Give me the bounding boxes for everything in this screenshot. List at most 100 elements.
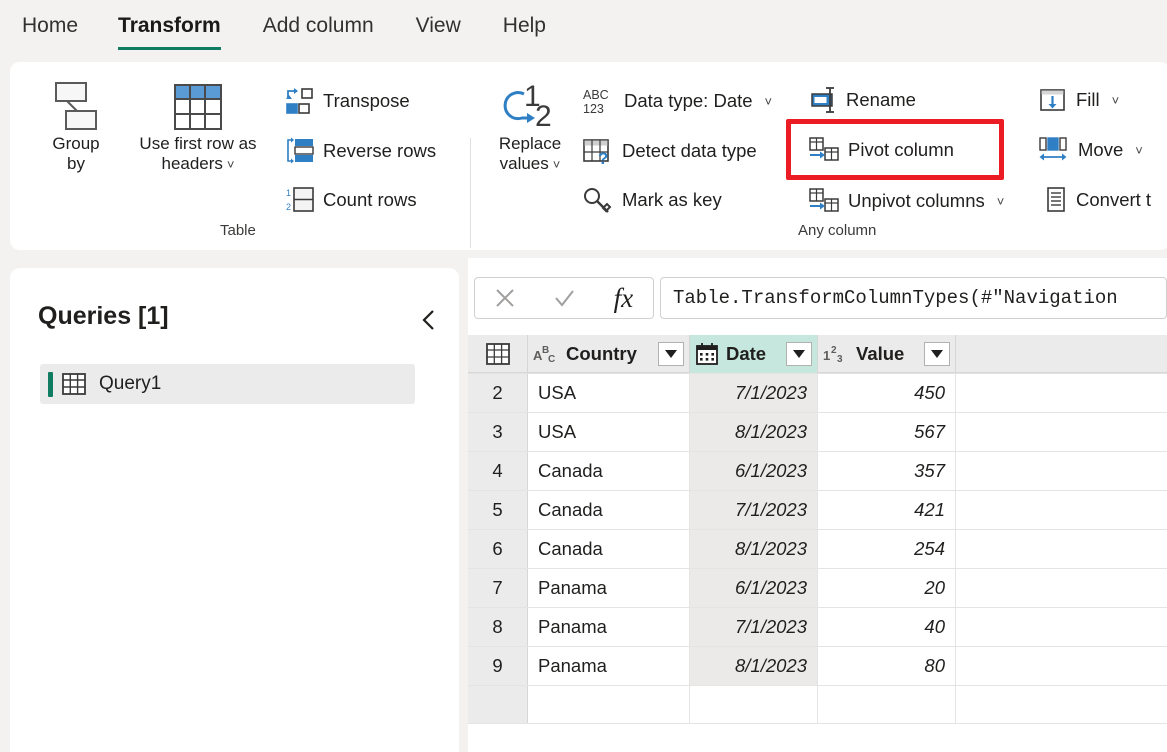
- cell-value[interactable]: 421: [818, 491, 956, 529]
- formula-input[interactable]: Table.TransformColumnTypes(#"Navigation: [660, 277, 1167, 319]
- detect-data-type-button[interactable]: ? Detect data type: [582, 137, 757, 165]
- use-first-row-label-line1: Use first row as: [139, 134, 256, 154]
- table-row[interactable]: 9Panama8/1/202380: [468, 647, 1167, 686]
- data-grid-rows: 1USA6/1/20237852USA7/1/20234503USA8/1/20…: [468, 335, 1167, 724]
- cell-value[interactable]: 40: [818, 608, 956, 646]
- chevron-down-icon[interactable]: ˅: [1135, 143, 1143, 158]
- mark-as-key-button[interactable]: Mark as key: [582, 186, 722, 214]
- cell-date[interactable]: 8/1/2023: [690, 530, 818, 568]
- cell-date[interactable]: 6/1/2023: [690, 452, 818, 490]
- count-rows-button[interactable]: 1 2 Count rows: [285, 186, 417, 214]
- detect-data-type-label: Detect data type: [622, 140, 757, 162]
- data-preview-pane: fx Table.TransformColumnTypes(#"Navigati…: [468, 258, 1167, 752]
- data-type-button[interactable]: ABC 123 Data type: Date ˅: [582, 86, 772, 116]
- cell-date[interactable]: 6/1/2023: [690, 569, 818, 607]
- group-by-button[interactable]: Group by: [30, 80, 122, 174]
- cell-country[interactable]: Panama: [528, 569, 690, 607]
- cell-date[interactable]: 8/1/2023: [690, 647, 818, 685]
- column-header-country[interactable]: A B C Country: [528, 335, 690, 373]
- cell-country[interactable]: Panama: [528, 647, 690, 685]
- check-icon: [552, 286, 576, 310]
- cell-value[interactable]: 20: [818, 569, 956, 607]
- fill-label: Fill: [1076, 89, 1100, 111]
- data-grid: A B C Country: [468, 335, 1167, 752]
- table-row[interactable]: 2USA7/1/2023450: [468, 374, 1167, 413]
- table-row[interactable]: 8Panama7/1/202340: [468, 608, 1167, 647]
- caret-down-icon: [665, 350, 677, 358]
- cell-country[interactable]: Panama: [528, 608, 690, 646]
- cell-date[interactable]: 7/1/2023: [690, 608, 818, 646]
- group-by-label-line2: by: [67, 154, 85, 174]
- tab-home[interactable]: Home: [22, 14, 78, 44]
- chevron-down-icon[interactable]: ˅: [227, 157, 235, 172]
- header-filler: [956, 335, 1167, 373]
- cell-date[interactable]: 7/1/2023: [690, 491, 818, 529]
- use-first-row-as-headers-button[interactable]: Use first row as headers˅: [128, 80, 268, 174]
- abc123-icon: ABC 123: [582, 86, 616, 116]
- cancel-formula-button[interactable]: [482, 278, 528, 318]
- replace-values-button[interactable]: 1 2 Replace values˅: [480, 80, 580, 174]
- reverse-rows-button[interactable]: Reverse rows: [285, 137, 436, 165]
- column-header-date-label: Date: [726, 343, 766, 365]
- row-filler: [956, 452, 1167, 490]
- cell-value[interactable]: 80: [818, 647, 956, 685]
- column-header-date[interactable]: Date: [690, 335, 818, 373]
- move-button[interactable]: Move ˅: [1038, 136, 1143, 164]
- caret-down-icon: [931, 350, 943, 358]
- unpivot-columns-button[interactable]: Unpivot columns ˅: [808, 187, 1004, 215]
- cell-country[interactable]: Canada: [528, 452, 690, 490]
- cell-date[interactable]: 8/1/2023: [690, 413, 818, 451]
- cell-date[interactable]: 7/1/2023: [690, 374, 818, 412]
- table-row[interactable]: 5Canada7/1/2023421: [468, 491, 1167, 530]
- table-row[interactable]: 3USA8/1/2023567: [468, 413, 1167, 452]
- table-row[interactable]: 7Panama6/1/202320: [468, 569, 1167, 608]
- rename-button[interactable]: Rename: [808, 86, 916, 114]
- column-filter-dropdown-country[interactable]: [658, 342, 684, 366]
- column-header-value[interactable]: 1 2 3 Value: [818, 335, 956, 373]
- pivot-column-button[interactable]: Pivot column: [808, 136, 954, 164]
- fill-button[interactable]: Fill ˅: [1038, 86, 1119, 114]
- chevron-down-icon[interactable]: ˅: [1112, 93, 1120, 108]
- chevron-down-icon[interactable]: ˅: [997, 194, 1005, 209]
- cell-country[interactable]: USA: [528, 413, 690, 451]
- editor-body: Queries [1] Query1: [0, 258, 1167, 752]
- tab-help[interactable]: Help: [503, 14, 546, 44]
- chevron-down-icon[interactable]: ˅: [765, 94, 773, 109]
- select-all-columns-button[interactable]: [468, 335, 528, 373]
- cell-country[interactable]: USA: [528, 374, 690, 412]
- cell-value[interactable]: 450: [818, 374, 956, 412]
- column-filter-dropdown-value[interactable]: [924, 342, 950, 366]
- table-icon: [61, 372, 87, 396]
- cell-value[interactable]: 254: [818, 530, 956, 568]
- data-type-label: Data type: Date: [624, 90, 753, 112]
- move-icon: [1038, 136, 1070, 164]
- query-list-item[interactable]: Query1: [40, 364, 415, 404]
- grid-corner-icon: [485, 342, 511, 366]
- collapse-queries-pane-button[interactable]: [415, 306, 443, 334]
- cell-country[interactable]: Canada: [528, 530, 690, 568]
- column-filter-dropdown-date[interactable]: [786, 342, 812, 366]
- cell-country[interactable]: Canada: [528, 491, 690, 529]
- row-number: 9: [468, 647, 528, 685]
- chevron-left-icon: [419, 308, 439, 332]
- cell-value[interactable]: 567: [818, 413, 956, 451]
- transpose-button[interactable]: Transpose: [285, 87, 410, 115]
- tab-add-column[interactable]: Add column: [263, 14, 374, 44]
- table-row[interactable]: 6Canada8/1/2023254: [468, 530, 1167, 569]
- tab-view[interactable]: View: [416, 14, 461, 44]
- svg-text:123: 123: [583, 102, 604, 116]
- cell-value[interactable]: 357: [818, 452, 956, 490]
- table-row[interactable]: 4Canada6/1/2023357: [468, 452, 1167, 491]
- replace-values-icon: 1 2: [502, 80, 558, 134]
- column-header-value-label: Value: [856, 343, 904, 365]
- row-number: [468, 686, 528, 723]
- accept-formula-button[interactable]: [541, 278, 587, 318]
- row-number: 6: [468, 530, 528, 568]
- chevron-down-icon[interactable]: ˅: [553, 157, 561, 172]
- data-grid-header-row: A B C Country: [468, 335, 1167, 373]
- tab-transform[interactable]: Transform: [118, 14, 221, 44]
- query-name-label: Query1: [99, 373, 161, 395]
- insert-step-button[interactable]: fx: [600, 278, 646, 318]
- convert-to-button[interactable]: Convert t: [1042, 186, 1151, 214]
- number-type-icon: 1 2 3: [823, 343, 849, 365]
